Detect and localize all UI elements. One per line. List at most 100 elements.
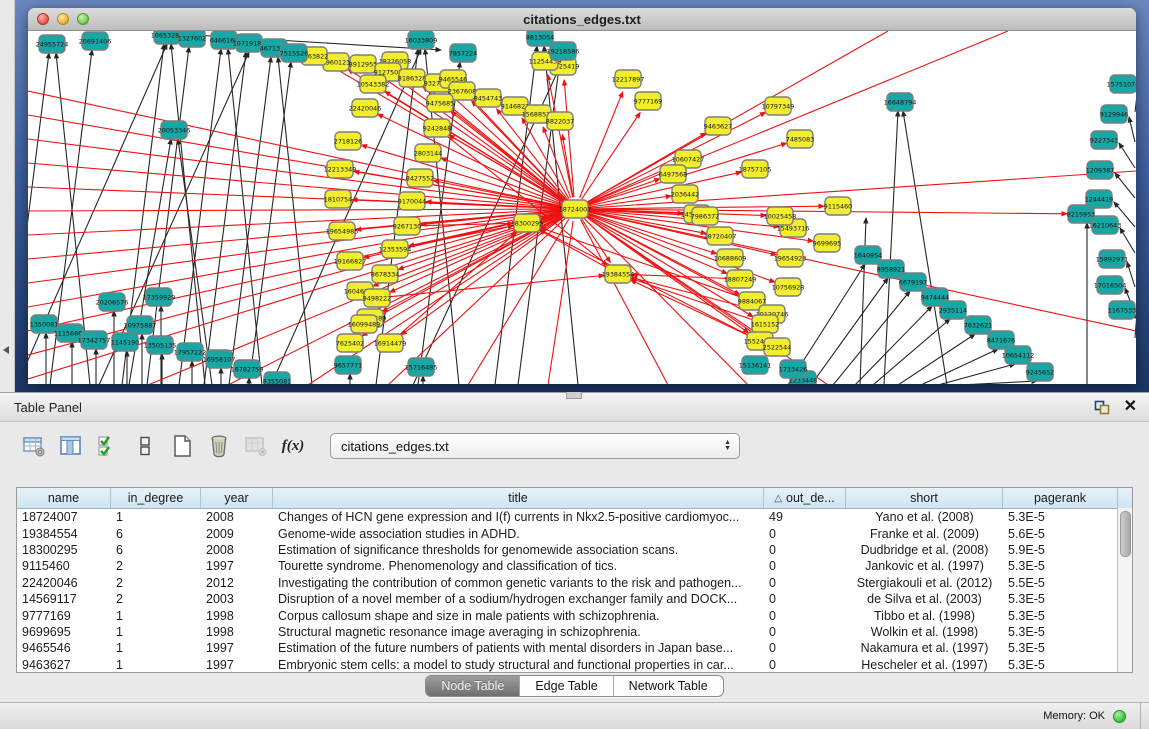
graph-node[interactable]: 15751074 <box>1107 75 1136 93</box>
graph-node[interactable]: 10975887 <box>124 316 157 334</box>
table-cell[interactable]: 6 <box>111 527 201 541</box>
graph-node[interactable]: 7515526 <box>280 44 308 62</box>
column-header-out_de[interactable]: △out_de... <box>764 488 846 508</box>
table-cell[interactable]: 49 <box>764 510 846 524</box>
table-selector-dropdown[interactable]: citations_edges.txt ▲▼ <box>330 433 740 459</box>
table-cell[interactable]: 2008 <box>201 543 273 557</box>
graph-edge[interactable] <box>278 57 312 384</box>
table-cell[interactable]: 5.3E-5 <box>1003 641 1118 655</box>
graph-edge[interactable] <box>204 52 246 384</box>
graph-node[interactable]: 1810754 <box>324 190 352 208</box>
table-cell[interactable]: 9463627 <box>17 658 111 672</box>
table-cell[interactable]: 9115460 <box>17 559 111 573</box>
column-header-title[interactable]: title <box>273 488 764 508</box>
table-cell[interactable]: 2009 <box>201 527 273 541</box>
table-cell[interactable]: Corpus callosum shape and size in male p… <box>273 609 764 623</box>
table-cell[interactable]: 9465546 <box>17 641 111 655</box>
table-cell[interactable]: 0 <box>764 576 846 590</box>
table-cell[interactable]: Yano et al. (2008) <box>846 510 1003 524</box>
graph-node[interactable]: 7485083 <box>786 130 814 148</box>
table-cell[interactable]: 2 <box>111 559 201 573</box>
table-cell[interactable]: 9777169 <box>17 609 111 623</box>
graph-node[interactable]: 19654985 <box>326 222 359 240</box>
graph-node[interactable]: 22420046 <box>349 99 382 117</box>
graph-node[interactable]: 18757105 <box>739 160 772 178</box>
graph-edge[interactable] <box>586 31 1008 204</box>
network-window[interactable]: citations_edges.txt 18724007896012389129… <box>28 8 1136 384</box>
table-cell[interactable]: Disruption of a novel member of a sodium… <box>273 592 764 606</box>
graph-node[interactable]: 12213349 <box>324 160 357 178</box>
collapse-arrow-icon[interactable] <box>3 346 9 354</box>
graph-node[interactable]: 18300295 <box>511 214 544 232</box>
graph-node[interactable]: 10543382 <box>357 75 390 93</box>
graph-node[interactable]: 10756928 <box>772 278 805 296</box>
table-cell[interactable]: 1 <box>111 625 201 639</box>
graph-node[interactable]: 8427552 <box>406 169 434 187</box>
graph-node[interactable]: 20691406 <box>79 32 112 50</box>
graph-edge[interactable] <box>28 212 563 355</box>
table-cell[interactable]: Nakamura et al. (1997) <box>846 641 1003 655</box>
tab-network-table[interactable]: Network Table <box>614 676 723 696</box>
graph-node[interactable]: 6679197 <box>899 273 927 291</box>
graph-node[interactable]: 15136141 <box>739 356 772 374</box>
graph-edge[interactable] <box>1120 228 1135 253</box>
graph-node[interactable]: 7986372 <box>691 207 719 225</box>
graph-edge[interactable] <box>938 364 1015 384</box>
graph-edge[interactable] <box>1129 117 1135 142</box>
graph-node[interactable]: 12353594 <box>379 240 412 258</box>
graph-node[interactable]: 17342757 <box>78 331 111 349</box>
table-row[interactable]: 1872400712008Changes of HCN gene express… <box>17 509 1132 525</box>
column-header-short[interactable]: short <box>846 488 1003 508</box>
table-cell[interactable]: 18724007 <box>17 510 111 524</box>
column-header-pagerank[interactable]: pagerank <box>1003 488 1118 508</box>
table-cell[interactable]: 5.3E-5 <box>1003 510 1118 524</box>
graph-canvas[interactable]: 1872400789601238912955182260589127502818… <box>28 31 1136 384</box>
graph-node[interactable]: 1733426 <box>779 360 807 378</box>
graph-node[interactable]: 16648794 <box>884 93 917 111</box>
window-titlebar[interactable]: citations_edges.txt <box>28 8 1136 31</box>
graph-node[interactable]: 16782759 <box>231 360 264 378</box>
graph-edge[interactable] <box>960 381 1037 384</box>
graph-node[interactable]: 9498222 <box>363 289 391 307</box>
graph-node[interactable]: 9129946 <box>1100 105 1128 123</box>
graph-node[interactable]: 1167533 <box>1108 301 1136 319</box>
graph-node[interactable]: 10797349 <box>762 97 795 115</box>
graph-node[interactable]: 9475685 <box>426 94 454 112</box>
table-cell[interactable]: 6 <box>111 543 201 557</box>
table-cell[interactable]: 5.6E-5 <box>1003 527 1118 541</box>
graph-node[interactable]: 16210643 <box>1089 216 1122 234</box>
table-cell[interactable]: 1 <box>111 658 201 672</box>
new-table-icon[interactable] <box>168 432 196 460</box>
table-row[interactable]: 946554611997Estimation of the future num… <box>17 640 1132 656</box>
table-cell[interactable]: Tourette syndrome. Phenomenology and cla… <box>273 559 764 573</box>
table-cell[interactable]: 5.9E-5 <box>1003 543 1118 557</box>
table-cell[interactable]: 0 <box>764 658 846 672</box>
table-cell[interactable]: Genome-wide association studies in ADHD. <box>273 527 764 541</box>
table-cell[interactable]: 1997 <box>201 559 273 573</box>
table-row[interactable]: 2242004622012Investigating the contribut… <box>17 575 1132 591</box>
graph-node[interactable]: 16099489 <box>348 315 381 333</box>
graph-node[interactable]: 10688609 <box>714 249 747 267</box>
table-cell[interactable]: 1 <box>111 609 201 623</box>
row-selection-icon[interactable] <box>94 432 122 460</box>
graph-edge[interactable] <box>632 275 728 279</box>
graph-edge[interactable] <box>28 209 563 211</box>
graph-edge[interactable] <box>28 163 563 208</box>
graph-node[interactable]: 24955724 <box>36 35 69 53</box>
graph-node[interactable]: 9657771 <box>334 356 362 374</box>
graph-node[interactable]: 9170044 <box>398 192 426 210</box>
table-cell[interactable]: 22420046 <box>17 576 111 590</box>
table-settings-icon[interactable] <box>20 432 48 460</box>
table-cell[interactable]: 0 <box>764 592 846 606</box>
graph-node[interactable]: 15892971 <box>1096 250 1129 268</box>
table-row[interactable]: 969969511998Structural magnetic resonanc… <box>17 624 1132 640</box>
float-panel-icon[interactable] <box>1092 398 1112 416</box>
graph-node[interactable]: 19384554 <box>602 265 635 283</box>
table-cell[interactable]: 5.3E-5 <box>1003 658 1118 672</box>
graph-node[interactable]: 2935114 <box>939 301 967 319</box>
graph-edge[interactable] <box>580 92 623 198</box>
table-cell[interactable]: 2008 <box>201 510 273 524</box>
graph-node[interactable]: 1615152 <box>751 315 779 333</box>
table-cell[interactable]: 1998 <box>201 625 273 639</box>
table-cell[interactable]: 5.3E-5 <box>1003 592 1118 606</box>
